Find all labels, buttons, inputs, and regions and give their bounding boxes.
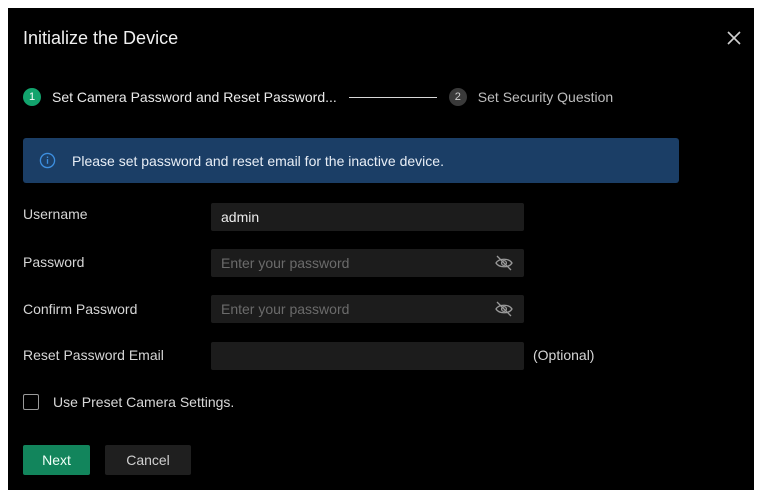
eye-hidden-icon[interactable] (494, 300, 514, 318)
info-icon (39, 152, 56, 169)
step-2-number: 2 (448, 88, 467, 106)
password-label: Password (23, 254, 85, 270)
close-icon[interactable] (724, 28, 744, 48)
reset-email-field[interactable] (211, 342, 524, 370)
confirm-password-field[interactable] (211, 295, 524, 323)
password-field[interactable] (211, 249, 524, 277)
username-field[interactable] (211, 203, 524, 231)
username-label: Username (23, 206, 88, 222)
step-1-label: Set Camera Password and Reset Password..… (52, 89, 337, 105)
step-1-number: 1 (23, 88, 41, 106)
info-banner: Please set password and reset email for … (23, 138, 679, 183)
dialog-title: Initialize the Device (23, 28, 179, 48)
username-input[interactable] (221, 209, 481, 225)
next-button[interactable]: Next (23, 445, 90, 475)
info-banner-text: Please set password and reset email for … (72, 152, 444, 169)
password-input[interactable] (221, 255, 481, 271)
optional-note: (Optional) (533, 347, 595, 363)
confirm-password-label: Confirm Password (23, 301, 138, 317)
step-connector (348, 96, 437, 98)
preset-settings-label: Use Preset Camera Settings. (53, 394, 235, 410)
preset-settings-row[interactable]: Use Preset Camera Settings. (23, 394, 234, 410)
initialize-device-dialog: Initialize the Device 1 Set Camera Passw… (8, 8, 754, 490)
reset-email-label: Reset Password Email (23, 347, 164, 363)
stepper: 1 Set Camera Password and Reset Password… (23, 87, 613, 107)
preset-settings-checkbox[interactable] (23, 394, 39, 410)
reset-email-input[interactable] (221, 348, 481, 364)
confirm-password-input[interactable] (221, 301, 481, 317)
step-2-label: Set Security Question (477, 89, 614, 105)
eye-hidden-icon[interactable] (494, 254, 514, 272)
cancel-button[interactable]: Cancel (105, 445, 191, 475)
